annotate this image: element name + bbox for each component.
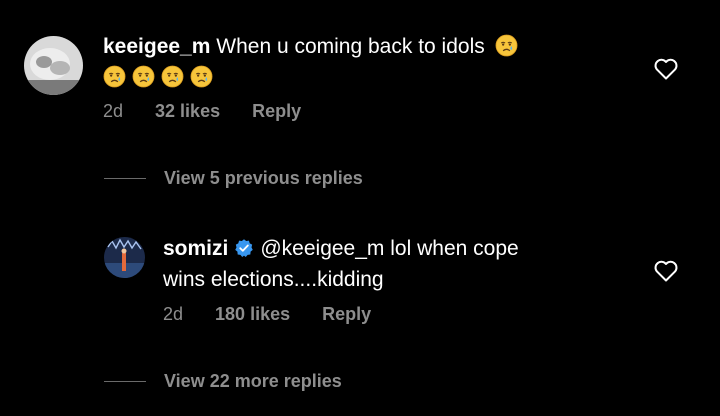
crying-face-icon (495, 34, 518, 57)
view-more-label: View 22 more replies (164, 371, 342, 391)
crying-face-icon (103, 65, 126, 88)
view-previous-replies[interactable]: View 5 previous replies (104, 168, 363, 189)
reply-button[interactable]: Reply (252, 101, 301, 122)
comment-username[interactable]: keeigee_m (103, 35, 210, 58)
comment-time: 2d (103, 101, 124, 121)
comment-meta: 2d 32 likes Reply (103, 101, 301, 122)
comment-text: keeigee_m When u coming back to idols (103, 31, 623, 93)
reply-mention[interactable]: @keeigee_m (260, 237, 384, 260)
comment-body: When u coming back to idols (216, 35, 485, 58)
comment-likes[interactable]: 32 likes (155, 101, 220, 122)
verified-badge-icon (235, 239, 254, 257)
reply-meta: 2d 180 likes Reply (163, 304, 371, 325)
reply-reply-button[interactable]: Reply (322, 304, 371, 325)
divider-line (104, 178, 146, 179)
reply-body-line1: lol when cope (390, 237, 519, 260)
view-more-replies[interactable]: View 22 more replies (104, 371, 342, 392)
like-heart-icon[interactable] (653, 57, 679, 81)
crying-face-icon (161, 65, 184, 88)
crying-face-icon (132, 65, 155, 88)
reply-likes[interactable]: 180 likes (215, 304, 290, 325)
view-previous-label: View 5 previous replies (164, 168, 363, 188)
reply-text: somizi @keeigee_m lol when cope wins ele… (163, 233, 643, 295)
reply-body-line2: wins elections....kidding (163, 268, 384, 291)
avatar-somizi[interactable] (104, 237, 145, 278)
reply-username[interactable]: somizi (163, 237, 228, 260)
divider-line (104, 381, 146, 382)
reply-time: 2d (163, 304, 184, 324)
crying-face-icon (190, 65, 213, 88)
like-heart-icon[interactable] (653, 259, 679, 283)
avatar-keeigee-m[interactable] (24, 36, 83, 95)
